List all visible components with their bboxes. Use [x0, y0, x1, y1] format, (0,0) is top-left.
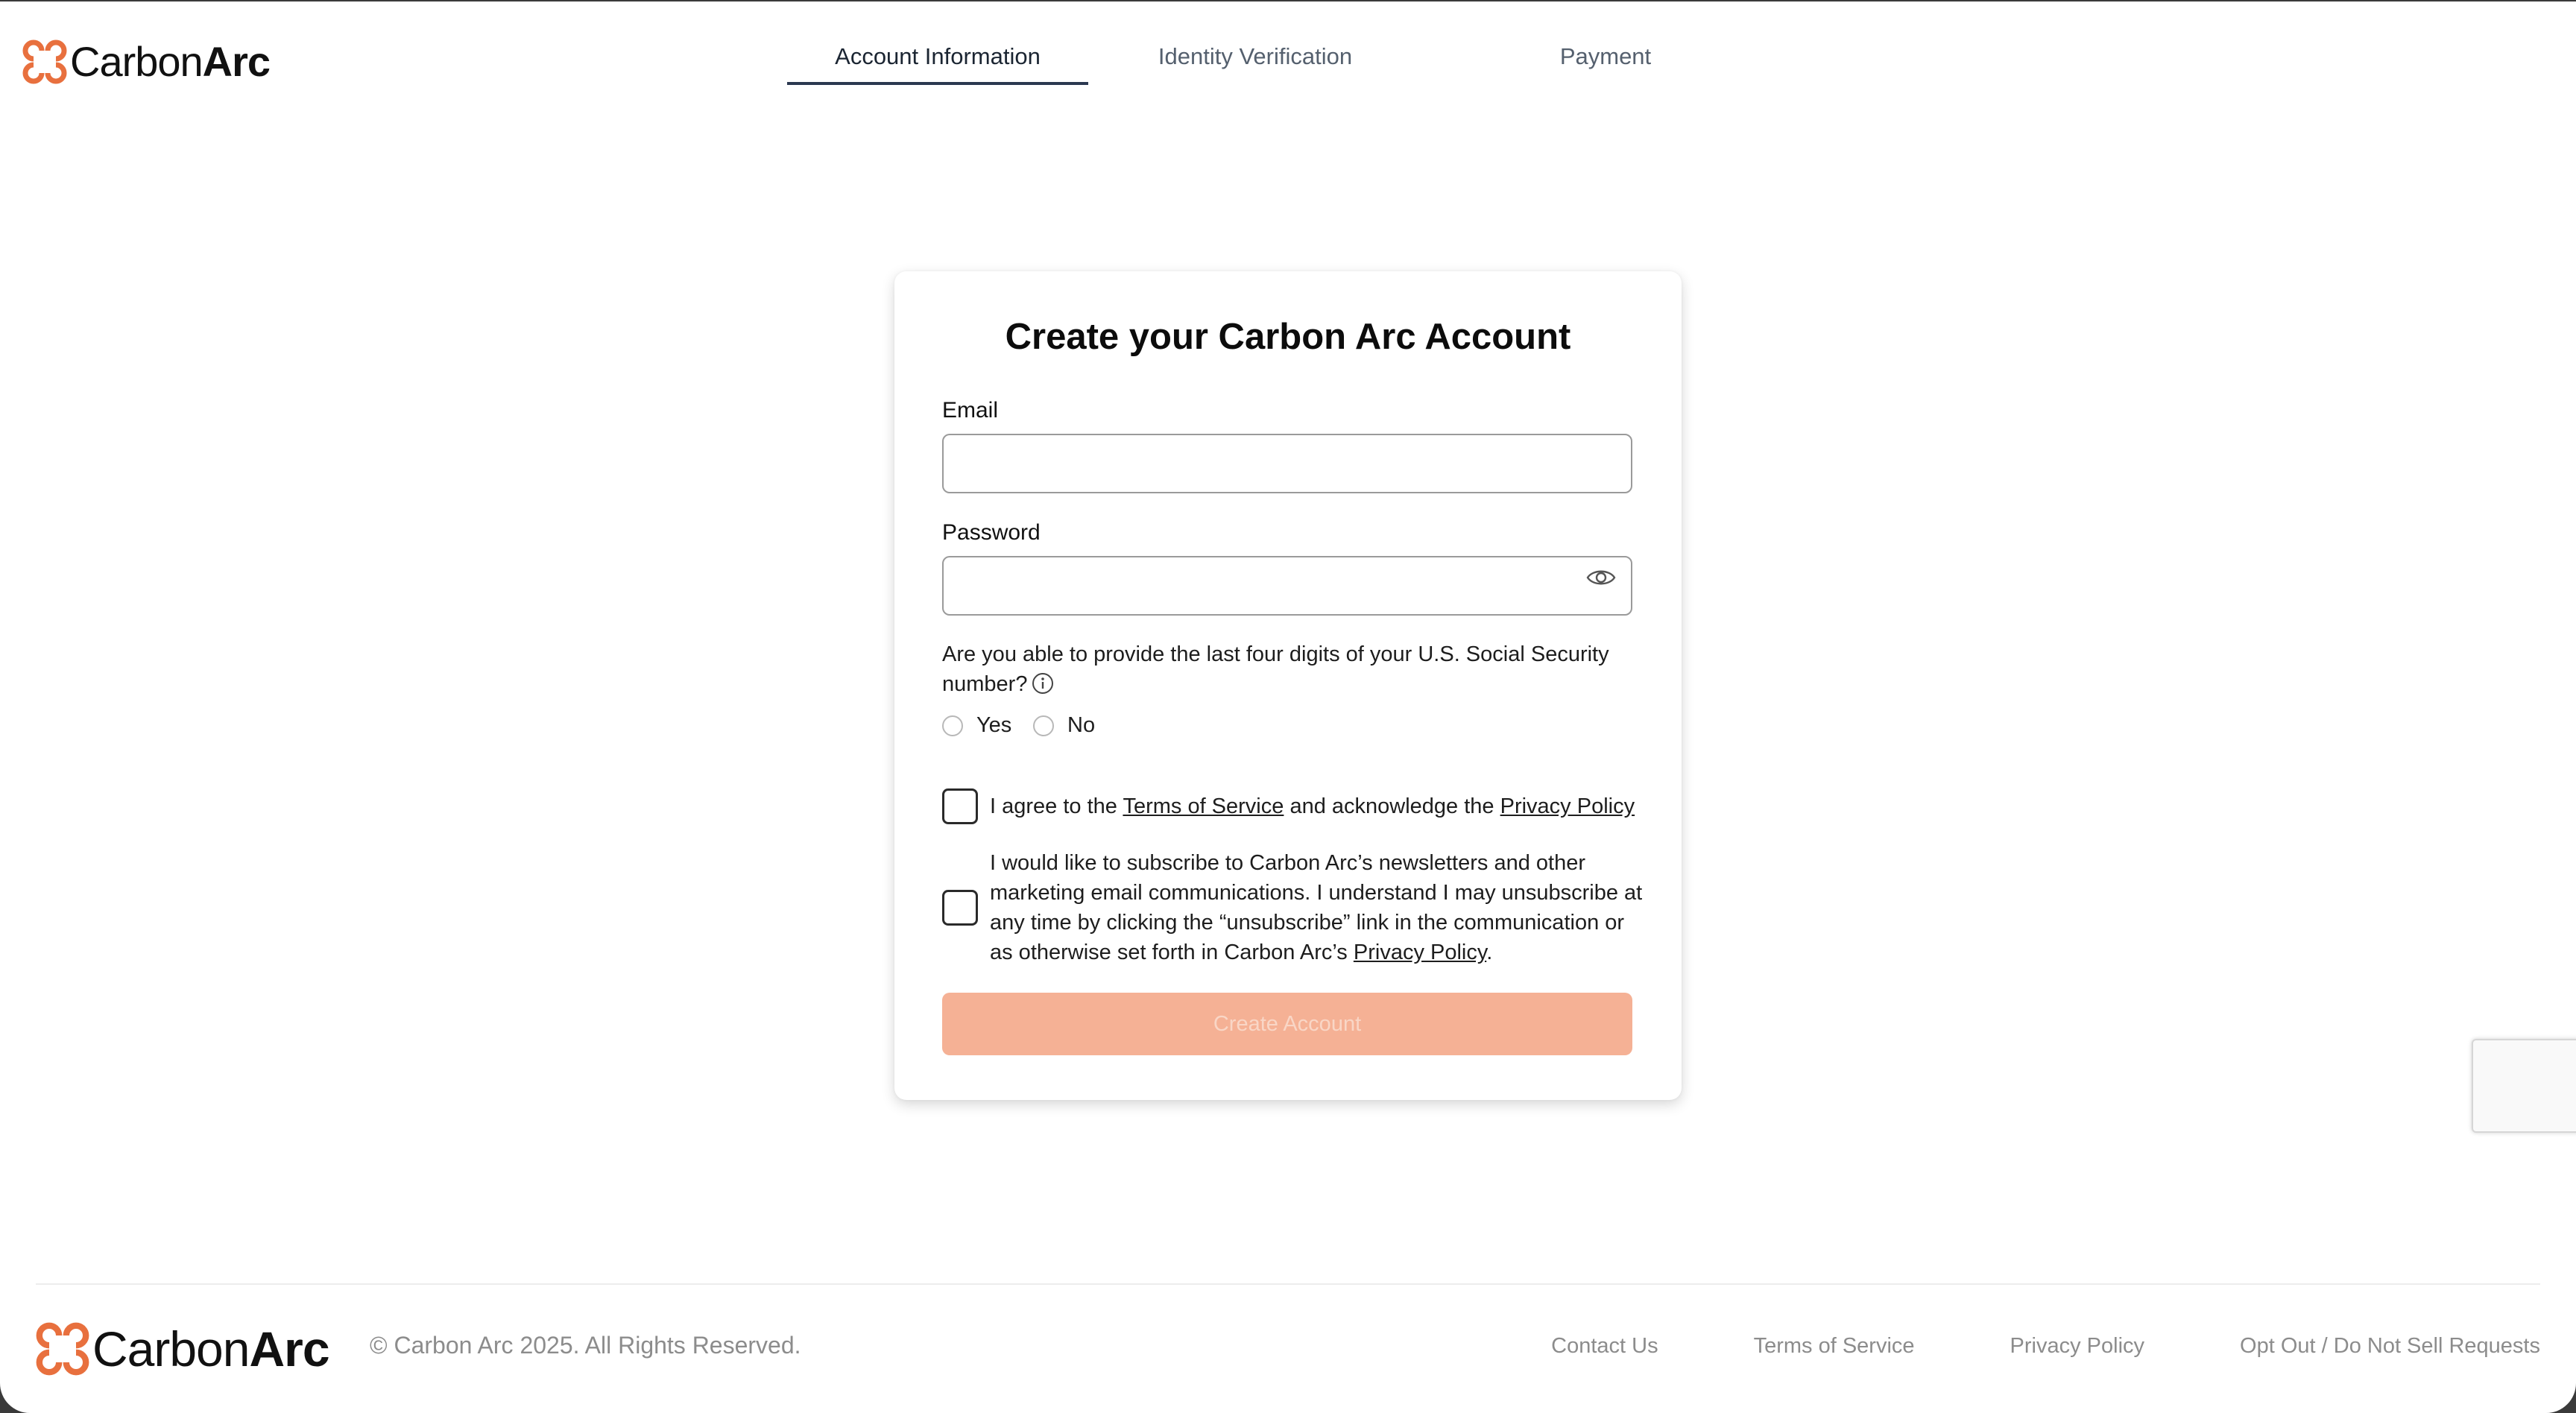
logo-word-regular: Carbon: [70, 38, 203, 85]
footer-logo[interactable]: CarbonArc: [36, 1321, 330, 1376]
footer-link-contact-us[interactable]: Contact Us: [1551, 1334, 1658, 1359]
yes-label: Yes: [976, 713, 1012, 737]
logo-wordmark: CarbonArc: [70, 38, 271, 85]
ssn-option-no[interactable]: No: [1033, 713, 1095, 738]
footer-link-privacy-policy[interactable]: Privacy Policy: [2010, 1334, 2145, 1359]
footer-logo-word-regular: Carbon: [92, 1321, 250, 1376]
signup-card: Create your Carbon Arc Account Email Pas…: [894, 271, 1682, 1100]
password-label: Password: [942, 520, 1041, 545]
newsletter-checkbox[interactable]: [942, 890, 978, 926]
logo-word-bold: Arc: [202, 38, 271, 85]
copyright-text: © Carbon Arc 2025. All Rights Reserved.: [370, 1332, 801, 1359]
terms-middle: and acknowledge the: [1284, 794, 1500, 818]
terms-of-service-link[interactable]: Terms of Service: [1123, 794, 1284, 818]
header-logo[interactable]: CarbonArc: [22, 38, 271, 85]
create-account-button[interactable]: Create Account: [942, 993, 1632, 1055]
tab-payment[interactable]: Payment: [1422, 31, 1789, 82]
privacy-policy-link[interactable]: Privacy Policy: [1500, 794, 1635, 818]
yes-radio[interactable]: [942, 715, 963, 736]
page: CarbonArc Account Information Identity V…: [0, 1, 2576, 1413]
newsletter-suffix: .: [1486, 941, 1493, 964]
tab-account-information[interactable]: Account Information: [787, 31, 1088, 85]
footer-link-terms-of-service[interactable]: Terms of Service: [1754, 1334, 1915, 1359]
password-field[interactable]: [942, 556, 1632, 616]
footer-logo-wordmark: CarbonArc: [92, 1321, 330, 1376]
carbon-arc-logo-icon: [36, 1322, 89, 1376]
recaptcha-badge[interactable]: [2472, 1039, 2576, 1133]
info-icon[interactable]: [1032, 672, 1054, 695]
footer-link-opt-out[interactable]: Opt Out / Do Not Sell Requests: [2240, 1334, 2540, 1359]
carbon-arc-logo-icon: [22, 39, 67, 84]
terms-text: I agree to the Terms of Service and ackn…: [990, 791, 1646, 821]
terms-checkbox[interactable]: [942, 788, 978, 824]
email-field[interactable]: [942, 434, 1632, 493]
newsletter-privacy-policy-link[interactable]: Privacy Policy: [1354, 941, 1486, 964]
signup-steps: Account Information Identity Verificatio…: [787, 31, 1789, 85]
newsletter-body: I would like to subscribe to Carbon Arc’…: [990, 851, 1643, 964]
newsletter-text: I would like to subscribe to Carbon Arc’…: [990, 848, 1646, 967]
ssn-option-yes[interactable]: Yes: [942, 713, 1011, 738]
eye-icon[interactable]: [1586, 567, 1616, 588]
footer-logo-word-bold: Arc: [249, 1321, 329, 1376]
form-title: Create your Carbon Arc Account: [1005, 317, 1571, 357]
terms-prefix: I agree to the: [990, 794, 1123, 818]
footer-links: Contact Us Terms of Service Privacy Poli…: [1551, 1334, 2540, 1359]
footer-divider: [36, 1283, 2540, 1285]
tab-identity-verification[interactable]: Identity Verification: [1088, 31, 1422, 82]
ssn-question: Are you able to provide the last four di…: [942, 639, 1632, 699]
no-radio[interactable]: [1033, 715, 1054, 736]
email-label: Email: [942, 398, 999, 423]
no-label: No: [1067, 713, 1096, 737]
